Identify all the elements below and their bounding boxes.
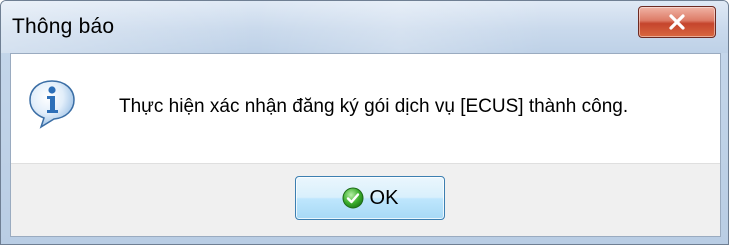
dialog-body: Thực hiện xác nhận đăng ký gói dịch vụ [… (10, 53, 721, 237)
message-dialog: Thông báo Thực hiện xác nhận đăng ký gói… (0, 0, 729, 245)
button-bar: OK (11, 163, 720, 236)
close-icon (668, 14, 686, 30)
check-icon (342, 187, 364, 209)
ok-button[interactable]: OK (295, 176, 445, 220)
info-icon (26, 78, 78, 130)
ok-button-label: OK (369, 186, 399, 209)
close-button[interactable] (638, 6, 716, 38)
dialog-message: Thực hiện xác nhận đăng ký gói dịch vụ [… (119, 96, 629, 117)
dialog-title: Thông báo (12, 15, 115, 38)
title-bar[interactable]: Thông báo (1, 1, 728, 53)
